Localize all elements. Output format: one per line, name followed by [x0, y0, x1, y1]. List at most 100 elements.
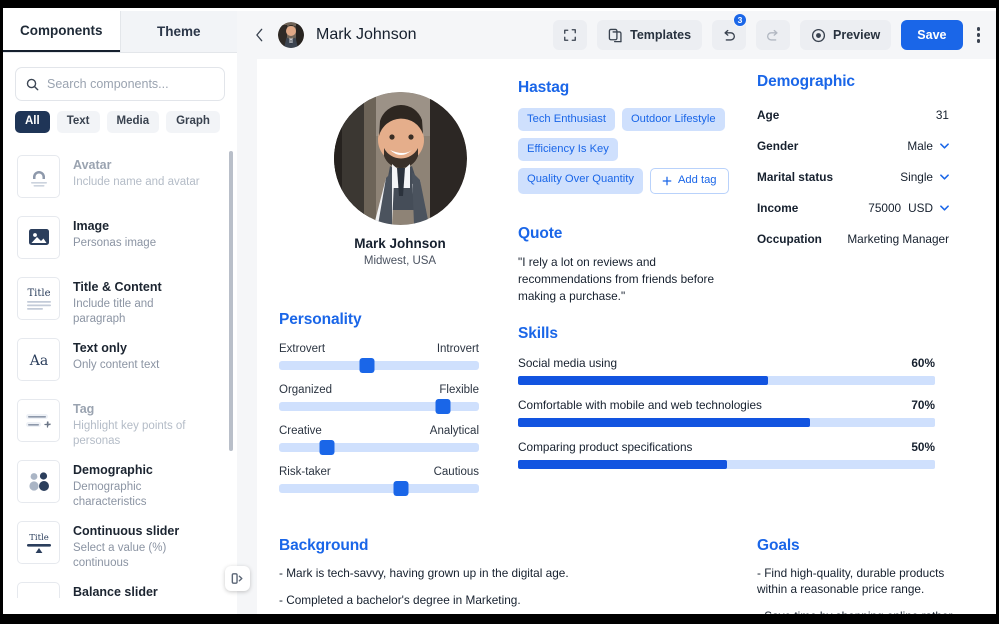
chevron-down-icon[interactable]: [940, 205, 949, 211]
filter-chip-text[interactable]: Text: [57, 111, 100, 133]
component-item-avatar[interactable]: Avatar Include name and avatar: [3, 145, 237, 206]
demographic-title: Demographic: [757, 73, 949, 91]
demographic-value-text: Marketing Manager: [847, 232, 949, 246]
component-item-balance-slider[interactable]: Balance slider: [3, 572, 237, 598]
hastag-title: Hastag: [518, 79, 738, 97]
personality-labels: Creative Analytical: [279, 425, 479, 437]
component-item-text-only[interactable]: Aa Text only Only content text: [3, 328, 237, 389]
component-title: Image: [73, 219, 156, 235]
demographic-value[interactable]: Marketing Manager: [847, 232, 949, 246]
personality-track[interactable]: [279, 402, 479, 411]
skill-percent: 50%: [911, 440, 935, 454]
persona-name: Mark Johnson: [300, 236, 500, 251]
search-box[interactable]: [15, 67, 225, 101]
demographic-value[interactable]: Single: [900, 170, 949, 184]
personality-handle[interactable]: [394, 481, 409, 496]
personality-handle[interactable]: [436, 399, 451, 414]
skill-track[interactable]: [518, 460, 935, 469]
personality-handle[interactable]: [320, 440, 335, 455]
back-button[interactable]: [251, 26, 268, 44]
goals-line: - Save time by shopping online rather: [757, 609, 962, 614]
demographic-row-income: Income 75000 USD: [757, 201, 949, 215]
toolbar-avatar: [278, 22, 304, 48]
component-subtitle: Personas image: [73, 236, 156, 251]
tab-theme[interactable]: Theme: [120, 11, 238, 52]
editor-area: Mark Johnson Templates: [237, 11, 996, 614]
window-frame-bottom: [0, 614, 999, 624]
tab-theme-label: Theme: [157, 24, 201, 39]
persona-photo[interactable]: [334, 92, 467, 225]
add-tag-button[interactable]: Add tag: [650, 168, 729, 193]
fullscreen-button[interactable]: [553, 20, 587, 50]
skills-section: Skills Social media using 60% Comfortabl…: [518, 325, 935, 469]
save-button[interactable]: Save: [901, 20, 962, 50]
scrollbar-thumb[interactable]: [229, 151, 234, 451]
chevron-down-icon[interactable]: [940, 143, 949, 149]
skill-name: Social media using: [518, 356, 617, 370]
plus-icon: [662, 176, 672, 186]
personality-track[interactable]: [279, 484, 479, 493]
title-content-icon: Title: [17, 277, 60, 320]
component-item-demographic[interactable]: Demographic Demographic characteristics: [3, 450, 237, 511]
save-label: Save: [917, 28, 946, 42]
personality-left-label: Risk-taker: [279, 466, 331, 478]
skill-name: Comfortable with mobile and web technolo…: [518, 398, 762, 412]
demographic-value-text: Male: [907, 139, 933, 153]
tag-item[interactable]: Quality Over Quantity: [518, 168, 643, 193]
demographic-value[interactable]: 75000 USD: [868, 201, 949, 215]
templates-button[interactable]: Templates: [597, 20, 702, 50]
skill-track[interactable]: [518, 376, 935, 385]
tag-item[interactable]: Efficiency Is Key: [518, 138, 618, 161]
component-item-tag[interactable]: + Tag Highlight key points of personas: [3, 389, 237, 450]
personality-right-label: Cautious: [434, 466, 479, 478]
skills-title: Skills: [518, 325, 935, 343]
chevron-down-icon[interactable]: [940, 174, 949, 180]
component-list: Avatar Include name and avatar Image Per…: [3, 143, 237, 598]
undo-button[interactable]: 3: [712, 20, 746, 50]
filter-chip-media[interactable]: Media: [107, 111, 160, 133]
editor-toolbar: Mark Johnson Templates: [237, 11, 996, 59]
redo-button[interactable]: [756, 20, 790, 50]
search-icon: [26, 78, 39, 91]
demographic-row-gender: Gender Male: [757, 139, 949, 153]
more-options-button[interactable]: [973, 27, 985, 43]
filter-chip-graph[interactable]: Graph: [166, 111, 220, 133]
demographic-value[interactable]: Male: [907, 139, 949, 153]
persona-location: Midwest, USA: [300, 255, 500, 267]
component-item-image[interactable]: Image Personas image: [3, 206, 237, 267]
tag-item[interactable]: Outdoor Lifestyle: [622, 108, 725, 131]
eye-icon: [811, 28, 826, 43]
skill-percent: 70%: [911, 398, 935, 412]
tag-item[interactable]: Tech Enthusiast: [518, 108, 615, 131]
preview-button[interactable]: Preview: [800, 20, 891, 50]
component-item-continuous-slider[interactable]: Title Continuous slider Select a value (…: [3, 511, 237, 572]
tab-components[interactable]: Components: [3, 11, 120, 52]
filter-chip-all[interactable]: All: [15, 111, 50, 133]
search-area: [3, 53, 237, 109]
personality-track[interactable]: [279, 361, 479, 370]
search-input[interactable]: [47, 77, 214, 91]
skill-percent: 60%: [911, 356, 935, 370]
preview-label: Preview: [833, 28, 880, 42]
background-title: Background: [279, 537, 579, 555]
personality-right-label: Introvert: [437, 343, 479, 355]
personality-handle[interactable]: [360, 358, 375, 373]
skill-fill: [518, 418, 810, 427]
component-title: Avatar: [73, 158, 200, 174]
income-currency: USD: [908, 201, 933, 215]
avatar-icon: [17, 155, 60, 198]
component-title: Tag: [73, 402, 209, 418]
component-item-title-content[interactable]: Title Title & Content Include title and …: [3, 267, 237, 328]
templates-label: Templates: [630, 28, 691, 42]
collapse-panel-icon[interactable]: [225, 566, 250, 591]
personality-title: Personality: [279, 311, 479, 329]
component-list-scrollbar[interactable]: [231, 143, 235, 598]
skill-track[interactable]: [518, 418, 935, 427]
demographic-value[interactable]: 31: [936, 108, 949, 122]
personality-labels: Extrovert Introvert: [279, 343, 479, 355]
quote-text: "I rely a lot on reviews and recommendat…: [518, 254, 730, 304]
components-panel: Components Theme All Text Media Grap: [3, 11, 237, 614]
tab-components-label: Components: [20, 23, 103, 38]
component-text: Text only Only content text: [73, 338, 159, 374]
personality-track[interactable]: [279, 443, 479, 452]
